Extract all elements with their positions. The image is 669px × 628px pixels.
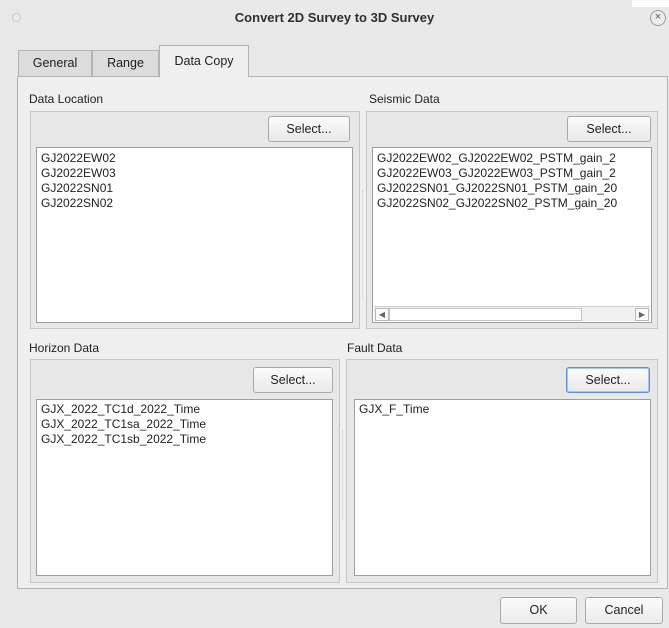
tab-general[interactable]: General: [18, 50, 92, 76]
seismic-data-label: Seismic Data: [369, 92, 440, 106]
splitter-handle[interactable]: [342, 430, 344, 520]
close-icon[interactable]: ×: [650, 10, 666, 26]
list-item[interactable]: GJ2022SN02_GJ2022SN02_PSTM_gain_20: [377, 196, 617, 211]
ok-button[interactable]: OK: [500, 597, 577, 624]
list-item[interactable]: GJ2022SN01_GJ2022SN01_PSTM_gain_20: [377, 181, 617, 196]
list-item[interactable]: GJ2022EW02_GJ2022EW02_PSTM_gain_2: [377, 151, 616, 166]
fault-data-select-button[interactable]: Select...: [566, 367, 650, 393]
seismic-data-select-button[interactable]: Select...: [567, 116, 651, 142]
title-bar[interactable]: Convert 2D Survey to 3D Survey ×: [0, 0, 669, 35]
list-item[interactable]: GJ2022EW02: [41, 151, 116, 166]
list-item[interactable]: GJ2022EW03_GJ2022EW03_PSTM_gain_2: [377, 166, 616, 181]
horizon-data-select-button[interactable]: Select...: [253, 367, 333, 393]
list-item[interactable]: GJX_2022_TC1sa_2022_Time: [41, 417, 206, 432]
list-item[interactable]: GJX_F_Time: [359, 402, 429, 417]
dialog-window: Convert 2D Survey to 3D Survey × General…: [0, 0, 669, 628]
scrollbar-thumb[interactable]: [389, 308, 582, 321]
data-location-label: Data Location: [29, 92, 104, 106]
tab-range[interactable]: Range: [92, 50, 159, 76]
cancel-button[interactable]: Cancel: [585, 597, 663, 624]
scroll-right-icon[interactable]: ▶: [635, 308, 649, 321]
list-item[interactable]: GJX_2022_TC1d_2022_Time: [41, 402, 200, 417]
scroll-left-icon[interactable]: ◀: [375, 308, 389, 321]
window-corner: [632, 0, 669, 7]
seismic-data-list[interactable]: GJ2022EW02_GJ2022EW02_PSTM_gain_2 GJ2022…: [372, 147, 652, 323]
tab-data-copy[interactable]: Data Copy: [159, 45, 249, 77]
list-item[interactable]: GJ2022EW03: [41, 166, 116, 181]
fault-data-label: Fault Data: [347, 341, 403, 355]
list-item[interactable]: GJ2022SN01: [41, 181, 113, 196]
list-item[interactable]: GJ2022SN02: [41, 196, 113, 211]
data-location-list[interactable]: GJ2022EW02 GJ2022EW03 GJ2022SN01 GJ2022S…: [36, 147, 353, 323]
horizon-data-list[interactable]: GJX_2022_TC1d_2022_Time GJX_2022_TC1sa_2…: [36, 399, 333, 576]
dialog-title: Convert 2D Survey to 3D Survey: [234, 10, 435, 25]
list-item[interactable]: GJX_2022_TC1sb_2022_Time: [41, 432, 206, 447]
horizon-data-label: Horizon Data: [29, 341, 100, 355]
horizontal-scrollbar[interactable]: ◀ ▶: [374, 306, 650, 321]
splitter-handle[interactable]: [362, 190, 364, 300]
fault-data-list[interactable]: GJX_F_Time: [354, 399, 651, 576]
data-location-select-button[interactable]: Select...: [268, 116, 350, 142]
